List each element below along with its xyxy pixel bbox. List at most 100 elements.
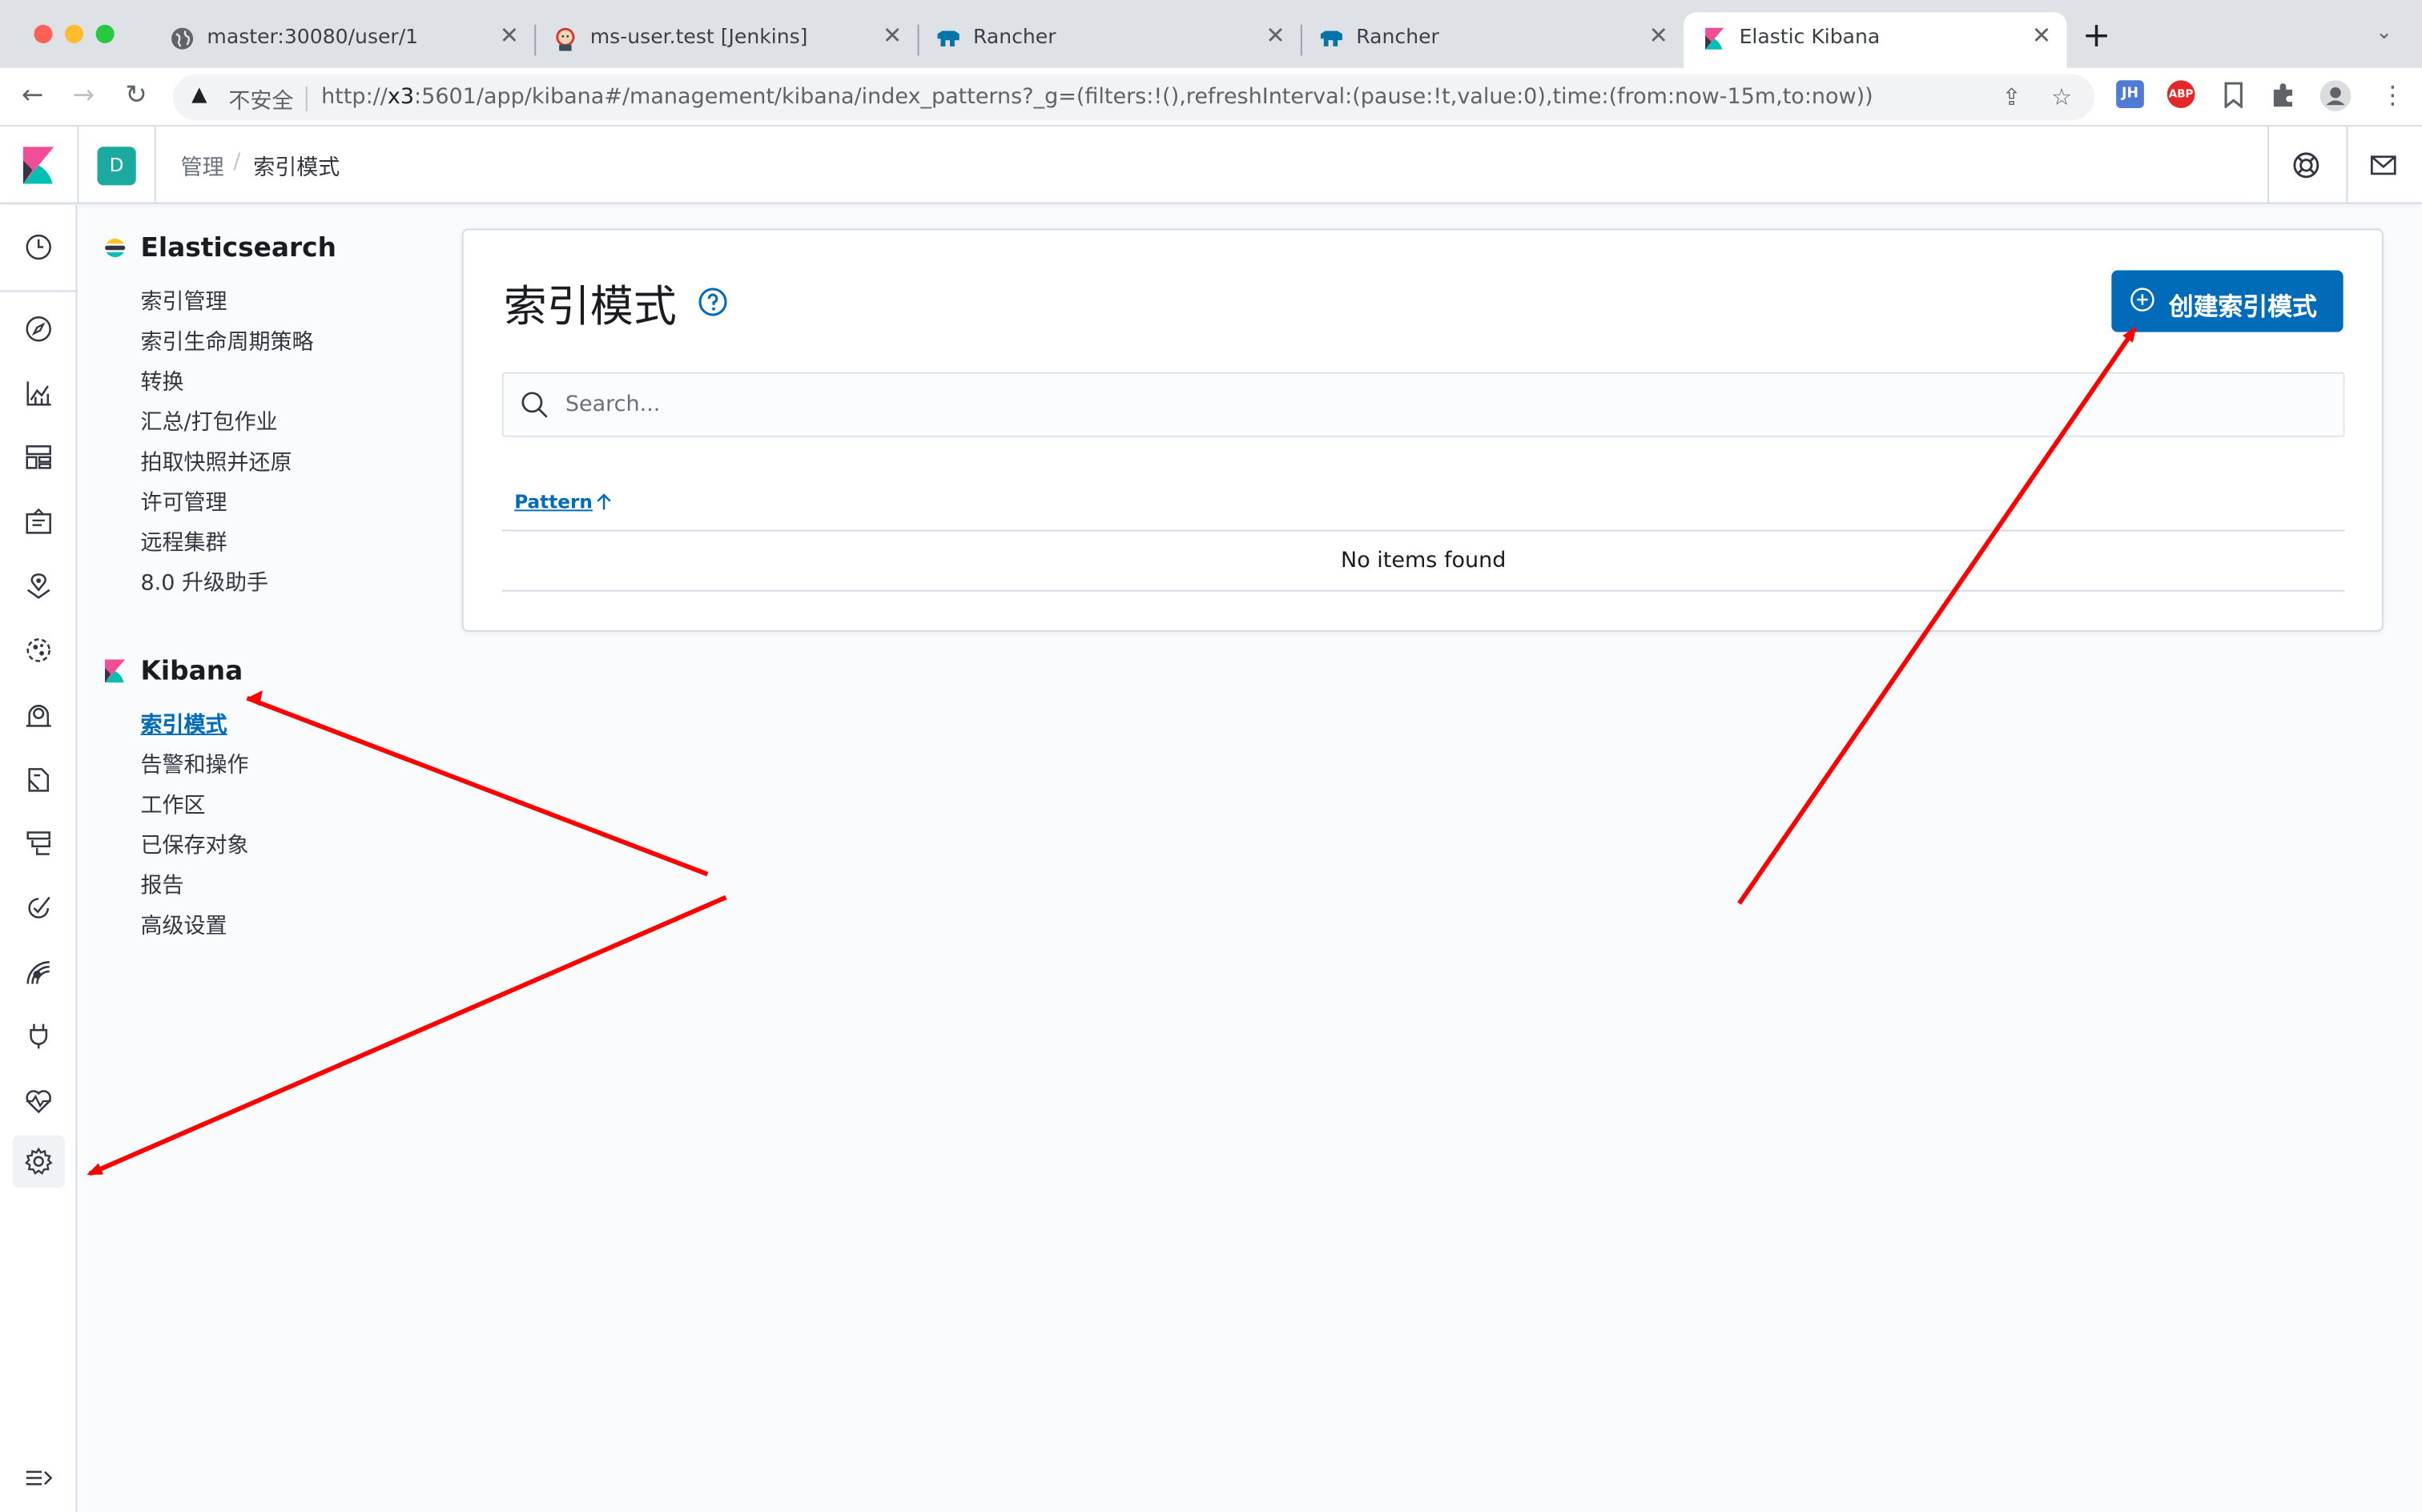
sidebar-item-index-management[interactable]: 索引管理 xyxy=(140,286,227,317)
search-box xyxy=(501,372,2345,437)
tab-title: Elastic Kibana xyxy=(1739,26,1881,50)
visualize-chart-icon[interactable] xyxy=(25,380,53,408)
sidebar-title-kibana: Kibana xyxy=(140,656,243,688)
back-arrow-icon[interactable]: ← xyxy=(22,80,43,111)
extensions-puzzle-icon[interactable] xyxy=(2271,82,2297,108)
kibana-logo-icon[interactable] xyxy=(22,147,55,184)
sidebar-item-advanced-settings[interactable]: 高级设置 xyxy=(140,910,227,941)
chevron-down-icon[interactable]: ⌄ xyxy=(2376,22,2392,45)
bookmark-icon[interactable] xyxy=(2223,82,2244,108)
sort-ascending-arrow-icon[interactable] xyxy=(594,493,613,511)
header-divider xyxy=(2346,127,2348,204)
header-divider xyxy=(77,127,79,204)
elasticsearch-logo-icon xyxy=(105,238,126,258)
apm-icon[interactable] xyxy=(25,830,53,858)
table-header-divider xyxy=(501,529,2345,532)
header-divider xyxy=(154,127,156,204)
table-bottom-divider xyxy=(501,589,2345,592)
sidebar-item-reporting[interactable]: 报告 xyxy=(140,870,183,901)
jh-extension-icon[interactable]: JH xyxy=(2116,80,2144,108)
maps-icon[interactable] xyxy=(25,573,53,601)
close-icon[interactable]: ✕ xyxy=(2032,22,2051,50)
reload-icon[interactable]: ↻ xyxy=(125,80,147,111)
close-icon[interactable]: ✕ xyxy=(883,22,902,50)
browser-tab[interactable]: Rancher ✕ xyxy=(918,12,1301,67)
url-prefix: http:// xyxy=(321,85,388,110)
url-host: x3 xyxy=(387,85,415,110)
browser-tab-active[interactable]: Elastic Kibana ✕ xyxy=(1684,12,2067,68)
sidebar-item-spaces[interactable]: 工作区 xyxy=(140,789,205,820)
search-icon xyxy=(521,392,548,418)
rancher-icon xyxy=(1320,30,1342,46)
close-window-button[interactable] xyxy=(34,24,53,43)
browser-toolbar: ← → ↻ ▲ 不安全 http://x3:5601/app/kibana#/m… xyxy=(0,67,2422,127)
forward-arrow-icon[interactable]: → xyxy=(73,80,95,111)
sidebar-item-saved-objects[interactable]: 已保存对象 xyxy=(140,830,248,861)
browser-tab-strip: master:30080/user/1 ✕ ms-user.test [Jenk… xyxy=(0,0,2422,68)
sidebar-item-snapshot-restore[interactable]: 拍取快照并还原 xyxy=(140,446,292,477)
monitoring-icon[interactable] xyxy=(25,1088,53,1116)
close-icon[interactable]: ✕ xyxy=(500,22,519,50)
browser-tab[interactable]: Rancher ✕ xyxy=(1301,12,1684,67)
help-question-icon[interactable] xyxy=(698,288,728,317)
dev-tools-icon[interactable] xyxy=(25,1023,53,1051)
kibana-nav-rail xyxy=(0,205,78,1512)
minimize-window-button[interactable] xyxy=(64,24,84,43)
sidebar-item-index-patterns[interactable]: 索引模式 xyxy=(140,709,227,740)
search-input[interactable] xyxy=(565,388,2265,420)
kibana-section-logo-icon xyxy=(105,659,126,683)
sidebar-title-elasticsearch: Elasticsearch xyxy=(140,233,336,264)
insecure-label: 不安全 xyxy=(228,89,294,115)
siem-icon[interactable] xyxy=(25,959,53,987)
close-icon[interactable]: ✕ xyxy=(1649,22,1668,50)
breadcrumb-management[interactable]: 管理 xyxy=(181,151,224,183)
close-icon[interactable]: ✕ xyxy=(1265,22,1285,50)
collapse-nav-icon[interactable] xyxy=(25,1464,53,1492)
sidebar-item-transforms[interactable]: 转换 xyxy=(140,366,183,397)
breadcrumb-separator: / xyxy=(233,150,241,175)
tab-title: Rancher xyxy=(1356,26,1439,50)
management-gear-icon[interactable] xyxy=(24,1147,53,1176)
logs-icon[interactable] xyxy=(25,766,53,794)
kibana-header: D 管理 / 索引模式 xyxy=(0,127,2422,204)
adblock-extension-icon[interactable]: ABP xyxy=(2167,80,2195,108)
new-tab-icon[interactable]: + xyxy=(2082,17,2111,55)
rancher-icon xyxy=(937,30,960,46)
canvas-easel-icon[interactable] xyxy=(25,508,53,536)
share-icon[interactable]: ⇪ xyxy=(2002,83,2021,111)
address-bar[interactable]: ▲ 不安全 http://x3:5601/app/kibana#/managem… xyxy=(172,74,2095,121)
create-index-pattern-button[interactable]: 创建索引模式 xyxy=(2111,270,2344,332)
browser-tab[interactable]: master:30080/user/1 ✕ xyxy=(151,12,534,67)
machine-learning-icon[interactable] xyxy=(25,637,53,665)
index-patterns-panel: 索引模式 创建索引模式 Pattern No items found xyxy=(461,228,2384,632)
infrastructure-icon[interactable] xyxy=(25,702,53,730)
space-avatar[interactable]: D xyxy=(97,147,136,186)
sidebar-item-alerts-actions[interactable]: 告警和操作 xyxy=(140,749,248,780)
browser-tab[interactable]: ms-user.test [Jenkins] ✕ xyxy=(534,12,917,67)
sidebar-item-upgrade-assistant[interactable]: 8.0 升级助手 xyxy=(140,567,268,598)
url-rest: :5601/app/kibana#/management/kibana/inde… xyxy=(414,85,1873,110)
bookmark-star-icon[interactable]: ☆ xyxy=(2051,83,2072,111)
recently-viewed-clock-icon[interactable] xyxy=(25,233,53,261)
maximize-window-button[interactable] xyxy=(95,24,115,43)
kibana-icon xyxy=(1705,27,1724,50)
browser-menu-icon[interactable]: ⋮ xyxy=(2380,80,2405,110)
dashboard-icon[interactable] xyxy=(25,443,53,471)
sidebar-item-remote-clusters[interactable]: 远程集群 xyxy=(140,527,227,558)
tab-title: master:30080/user/1 xyxy=(207,26,419,50)
profile-avatar-icon[interactable] xyxy=(2319,80,2352,111)
rail-divider xyxy=(0,290,78,292)
globe-icon xyxy=(171,27,194,50)
newsfeed-mail-icon[interactable] xyxy=(2369,151,2397,179)
sidebar-item-license-management[interactable]: 许可管理 xyxy=(140,486,227,517)
sidebar-item-rollup-jobs[interactable]: 汇总/打包作业 xyxy=(140,406,277,437)
url-text[interactable]: http://x3:5601/app/kibana#/management/ki… xyxy=(321,85,1873,110)
discover-compass-icon[interactable] xyxy=(25,315,53,343)
annotation-arrow-to-kibana xyxy=(247,697,708,875)
sidebar-item-ilm-policies[interactable]: 索引生命周期策略 xyxy=(140,326,313,357)
column-header-pattern[interactable]: Pattern xyxy=(514,491,593,513)
uptime-icon[interactable] xyxy=(25,895,53,923)
jenkins-icon xyxy=(556,27,575,51)
address-divider xyxy=(305,86,308,111)
help-menu-icon[interactable] xyxy=(2292,151,2320,179)
